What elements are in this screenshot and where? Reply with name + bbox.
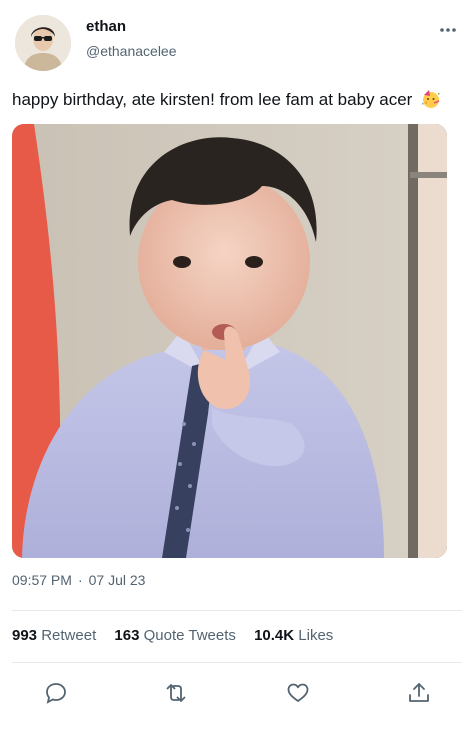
share-icon[interactable] — [406, 680, 432, 706]
tweet-meta: 09:57 PM · 07 Jul 23 — [12, 572, 145, 588]
likes-label: Likes — [298, 627, 334, 644]
quotes-stat[interactable]: 163 Quote Tweets — [114, 627, 235, 644]
tweet-header: ethan @ethanacelee — [0, 0, 474, 80]
retweets-count: 993 — [12, 627, 38, 644]
tweet-time[interactable]: 09:57 PM — [12, 572, 72, 588]
like-icon[interactable] — [285, 680, 311, 706]
tweet-stats: 993 Retweet 163 Quote Tweets 10.4K Likes — [12, 627, 347, 644]
tweet-photo[interactable] — [12, 124, 447, 558]
more-options-icon[interactable] — [438, 20, 458, 40]
user-handle[interactable]: @ethanacelee — [86, 43, 177, 59]
quotes-count: 163 — [114, 627, 140, 644]
divider — [12, 662, 462, 663]
meta-separator: · — [77, 572, 83, 588]
display-name[interactable]: ethan — [86, 18, 126, 35]
tweet-date[interactable]: 07 Jul 23 — [89, 572, 146, 588]
divider — [12, 610, 462, 611]
likes-count: 10.4K — [254, 627, 295, 644]
retweet-icon[interactable] — [163, 680, 189, 706]
reply-icon[interactable] — [43, 680, 69, 706]
quotes-label: Quote Tweets — [143, 627, 236, 644]
avatar[interactable] — [15, 15, 71, 71]
retweets-label: Retweet — [41, 627, 97, 644]
tweet-body: happy birthday, ate kirsten! from lee fa… — [12, 90, 413, 109]
partying-face-icon — [421, 89, 441, 116]
likes-stat[interactable]: 10.4K Likes — [254, 627, 333, 644]
retweets-stat[interactable]: 993 Retweet — [12, 627, 96, 644]
tweet-text: happy birthday, ate kirsten! from lee fa… — [12, 88, 464, 116]
tweet-actions — [0, 674, 474, 714]
